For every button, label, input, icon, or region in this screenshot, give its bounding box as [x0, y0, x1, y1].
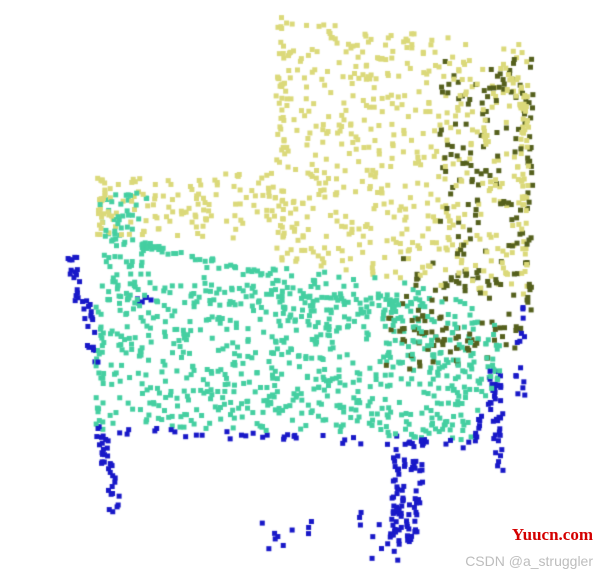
pointcloud-scatter	[0, 0, 611, 581]
watermark-secondary: CSDN @a_struggler	[465, 553, 593, 569]
watermark-primary: Yuucn.com	[512, 525, 593, 545]
